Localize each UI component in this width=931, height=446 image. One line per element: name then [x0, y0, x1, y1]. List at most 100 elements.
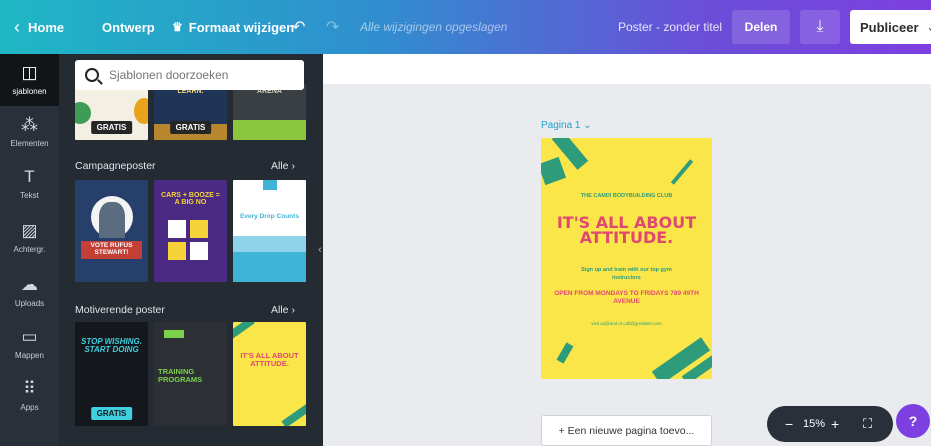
template-title: IT'S ALL ABOUT ATTITUDE.: [240, 351, 299, 368]
template-thumbnail[interactable]: LEARN. GRATIS: [154, 84, 227, 140]
templates-icon: ◫: [21, 63, 38, 82]
faucet-shape: [263, 180, 277, 190]
sidebar: ◫ sjablonen ⁂ Elementen T Tekst ▨ Achter…: [0, 54, 59, 446]
canvas-toolbar: [323, 54, 931, 84]
search-icon: [85, 68, 99, 82]
template-thumbnail[interactable]: Every Drop Counts: [233, 180, 306, 282]
leaf-shape: [75, 102, 91, 124]
add-page-button[interactable]: + Een nieuwe pagina toevo...: [541, 415, 712, 446]
section-title-campaign: Campagneposter: [75, 160, 156, 172]
sidebar-item-templates[interactable]: ◫ sjablonen: [0, 54, 59, 106]
elements-icon: ⁂: [21, 115, 38, 134]
folder-icon: ▭: [21, 327, 38, 346]
ontwerp-button[interactable]: Ontwerp: [102, 0, 155, 54]
see-all-label: Alle: [271, 160, 289, 172]
poster-subtitle: Sign up and train with our top gym instr…: [581, 267, 672, 281]
template-title: TRAINING PROGRAMS: [158, 367, 203, 384]
poster-contact: visit us@and.or.call@greatsite.com: [591, 321, 662, 326]
poster-headline: IT'S ALL ABOUT ATTITUDE.: [556, 213, 697, 247]
templates-panel: GRATIS LEARN. GRATIS ARENA Campagneposte…: [59, 54, 323, 446]
search-bar[interactable]: [75, 60, 304, 90]
free-badge: GRATIS: [169, 121, 212, 134]
download-icon: ⤓: [816, 18, 824, 35]
poster-hours: OPEN FROM MONDAYS TO FRIDAYS 789 49TH AV…: [554, 290, 699, 305]
zoom-out-icon[interactable]: −: [785, 416, 793, 432]
sidebar-item-elements[interactable]: ⁂ Elementen: [0, 106, 59, 158]
poster-canvas[interactable]: THE CAMDI BODYBUILDING CLUB IT'S ALL ABO…: [541, 138, 712, 379]
field-shape: [233, 120, 306, 140]
chevron-left-icon: ‹: [14, 16, 20, 37]
template-title: STOP WISHING. START DOING: [81, 337, 142, 355]
page-label[interactable]: Pagina 1 ⌄: [541, 120, 592, 131]
publish-label: Publiceer: [860, 19, 919, 35]
pineapple-shape: [134, 98, 148, 124]
canvas-area: Pagina 1 ⌄ THE CAMDI BODYBUILDING CLUB I…: [323, 54, 931, 446]
portrait-shape: [99, 202, 125, 238]
share-button[interactable]: Delen: [732, 10, 790, 44]
template-thumbnail[interactable]: ARENA: [233, 84, 306, 140]
water-wave: [233, 252, 306, 282]
sidebar-item-label: Achtergr.: [13, 245, 46, 254]
chevron-right-icon: ›: [291, 304, 295, 316]
template-thumbnail[interactable]: CARS + BOOZE = A BIG NO: [154, 180, 227, 282]
template-title: VOTE RUFUS STEWART!: [81, 241, 142, 259]
stripe-shape: [556, 342, 574, 364]
fullscreen-icon[interactable]: ⛶: [863, 416, 872, 432]
free-badge: GRATIS: [90, 121, 133, 134]
home-label: Home: [28, 19, 65, 35]
car-icon-block: [168, 220, 186, 238]
poster-club-name: THE CAMDI BODYBUILDING CLUB: [580, 193, 673, 199]
stripe-shape: [233, 322, 255, 340]
template-title: CARS + BOOZE = A BIG NO: [161, 192, 220, 207]
sidebar-item-text[interactable]: T Tekst: [0, 158, 59, 210]
plus-icon-block: [190, 220, 208, 238]
crown-icon: ♛: [172, 20, 183, 34]
apps-icon: ⠿: [23, 379, 36, 398]
publish-button[interactable]: Publiceer ⌄: [850, 10, 931, 44]
see-all-campaign[interactable]: Alle ›: [271, 160, 295, 172]
zoom-controls: − 15% + ⛶: [767, 406, 893, 442]
page-label-text: Pagina 1: [541, 120, 581, 131]
background-icon: ▨: [21, 221, 38, 240]
redo-icon[interactable]: ↷: [326, 0, 339, 54]
resize-button[interactable]: ♛ Formaat wijzigen: [172, 0, 294, 54]
template-thumbnail[interactable]: STOP WISHING. START DOING GRATIS: [75, 322, 148, 426]
zoom-in-icon[interactable]: +: [831, 416, 839, 432]
stripe-shape: [541, 156, 567, 186]
equals-icon-block: [190, 242, 208, 260]
bottle-icon-block: [168, 242, 186, 260]
section-title-motivation: Motiverende poster: [75, 304, 165, 316]
sidebar-item-apps[interactable]: ⠿ Apps: [0, 370, 59, 422]
top-bar: ‹ Home Ontwerp ♛ Formaat wijzigen ↶ ↷ Al…: [0, 0, 931, 54]
template-thumbnail[interactable]: GRATIS: [75, 84, 148, 140]
template-thumbnail[interactable]: VOTE RUFUS STEWART!: [75, 180, 148, 282]
text-icon: T: [24, 167, 35, 186]
sidebar-item-label: Tekst: [20, 191, 39, 200]
design-title[interactable]: Poster - zonder titel: [618, 0, 722, 54]
sidebar-item-folders[interactable]: ▭ Mappen: [0, 318, 59, 370]
chevron-down-icon: ⌄: [583, 120, 592, 131]
sidebar-item-label: Uploads: [14, 299, 45, 308]
template-thumbnail[interactable]: TRAINING PROGRAMS: [154, 322, 227, 426]
stripe-shape: [670, 159, 694, 185]
sidebar-item-label: Apps: [20, 403, 39, 412]
see-all-motivation[interactable]: Alle ›: [271, 304, 295, 316]
home-button[interactable]: ‹ Home: [14, 0, 64, 54]
sidebar-item-label: sjablonen: [12, 87, 47, 96]
template-thumbnail[interactable]: IT'S ALL ABOUT ATTITUDE.: [233, 322, 306, 426]
help-button[interactable]: ?: [896, 404, 930, 438]
see-all-label: Alle: [271, 304, 289, 316]
chevron-left-icon: ‹: [318, 244, 322, 256]
undo-icon[interactable]: ↶: [292, 0, 305, 54]
search-input[interactable]: [109, 68, 289, 82]
sidebar-item-label: Mappen: [15, 351, 44, 360]
sidebar-item-uploads[interactable]: ☁ Uploads: [0, 266, 59, 318]
chevron-right-icon: ›: [291, 160, 295, 172]
zoom-level[interactable]: 15%: [803, 418, 825, 430]
download-button[interactable]: ⤓: [800, 10, 840, 44]
dumbbell-icon: [164, 330, 184, 338]
chevron-down-icon: ⌄: [927, 20, 931, 34]
upload-icon: ☁: [21, 275, 38, 294]
sidebar-item-background[interactable]: ▨ Achtergr.: [0, 212, 59, 264]
free-badge: GRATIS: [90, 407, 133, 420]
